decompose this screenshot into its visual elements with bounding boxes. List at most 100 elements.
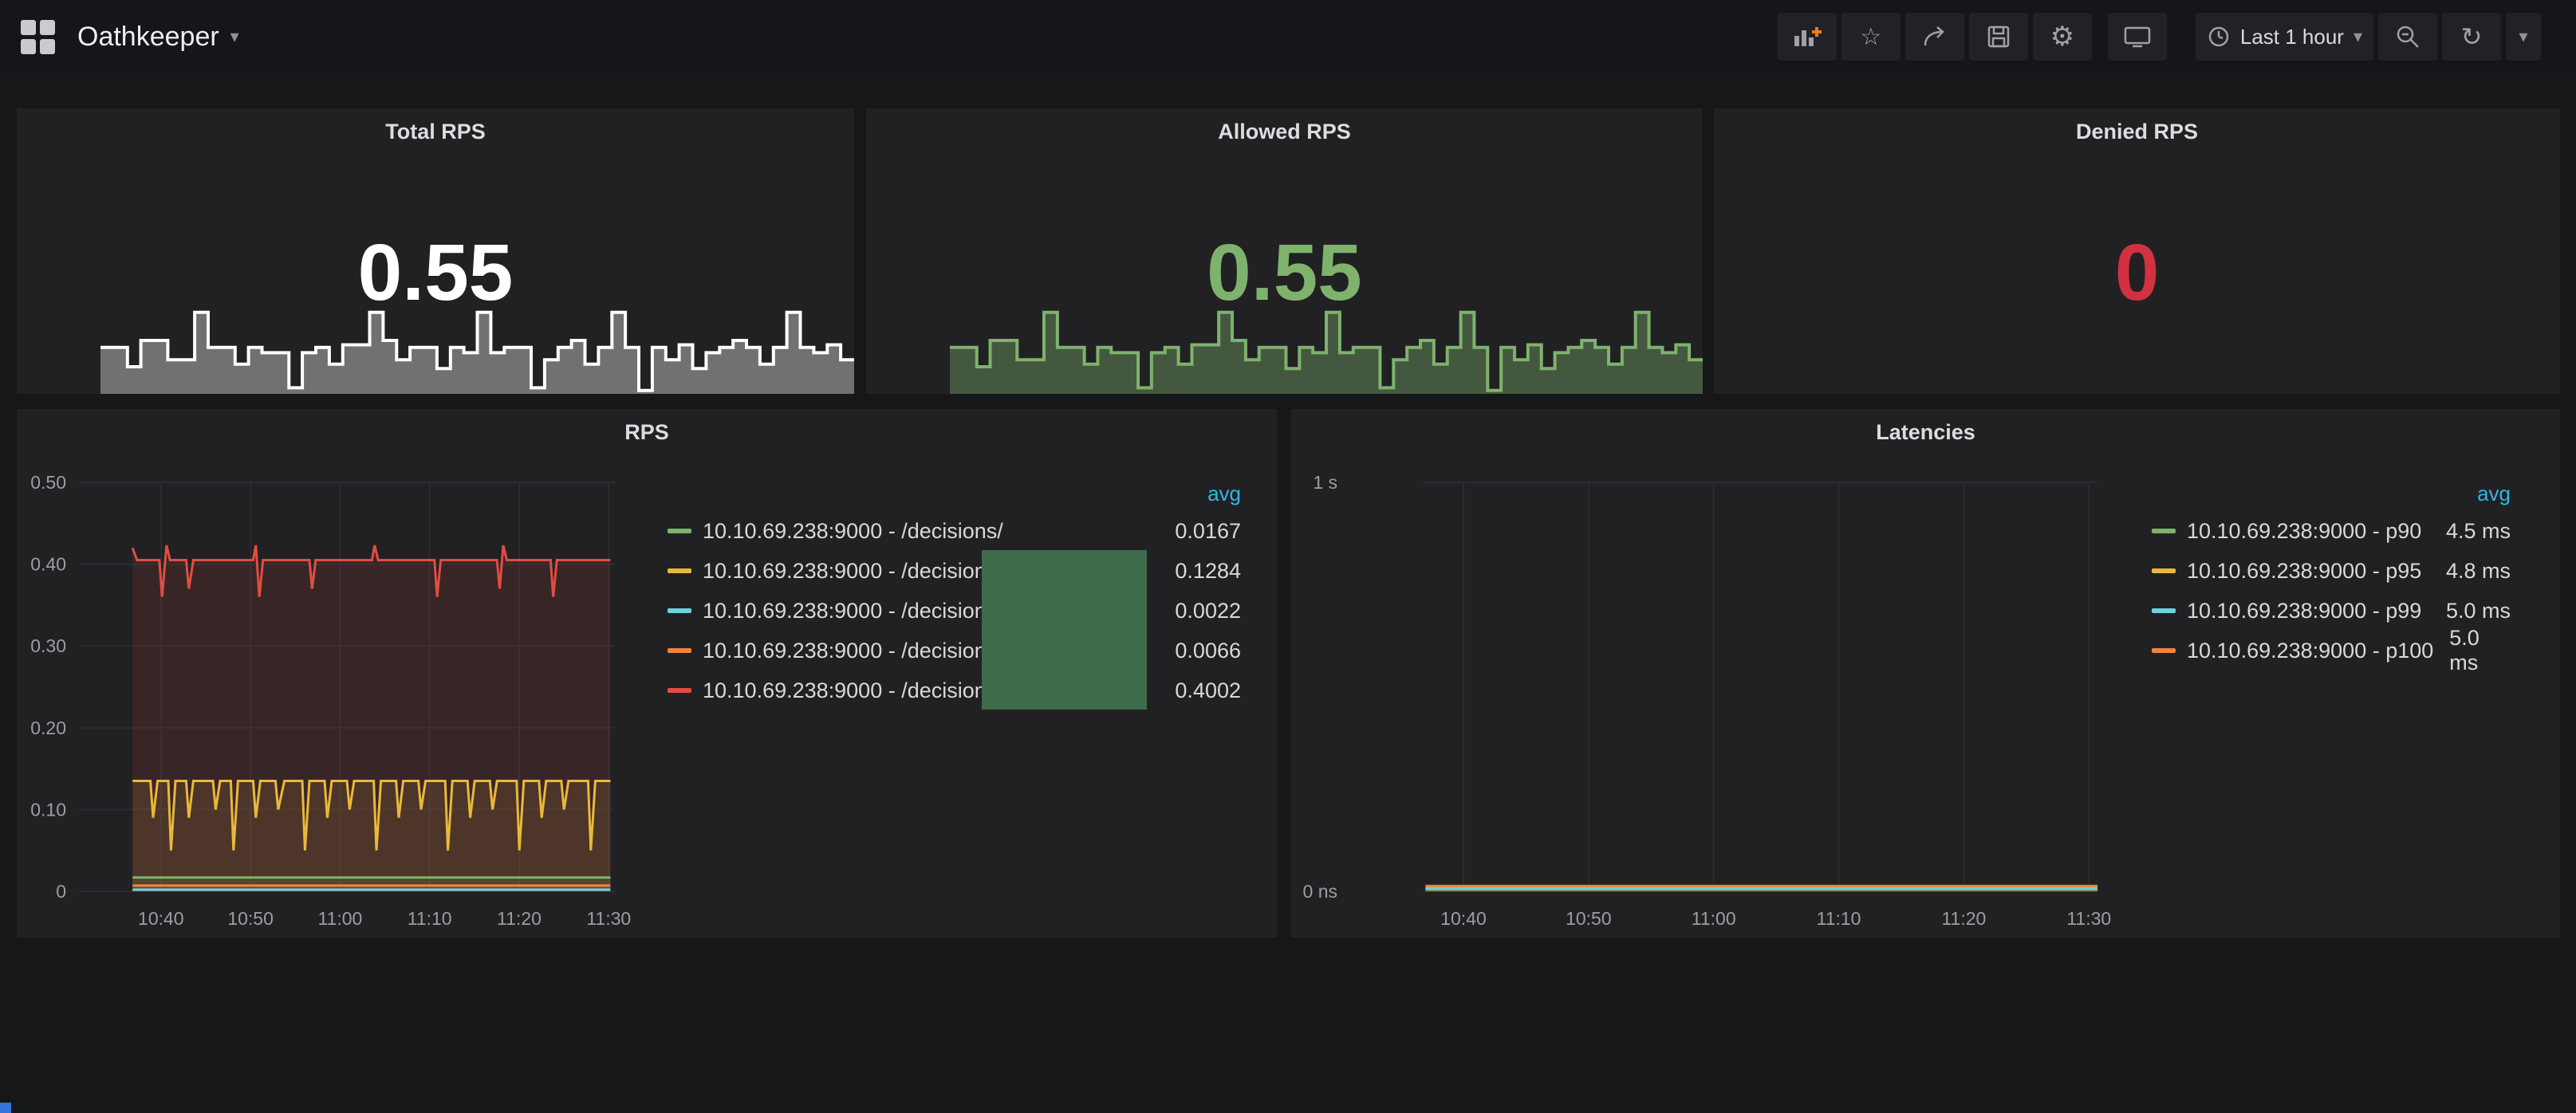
series-color-dash bbox=[668, 648, 691, 653]
dashboard-title-dropdown[interactable]: Oathkeeper ▾ bbox=[77, 22, 239, 53]
series-name[interactable]: 10.10.69.238:9000 - p100 bbox=[2187, 639, 2433, 663]
clock-icon bbox=[2207, 25, 2231, 49]
svg-text:11:10: 11:10 bbox=[1817, 908, 1861, 929]
panel-rps-graph: RPS 0.500.400.300.200.10010:4010:5011:00… bbox=[17, 409, 1277, 938]
series-color-dash bbox=[2152, 608, 2176, 613]
gear-icon: ⚙ bbox=[2050, 21, 2074, 53]
share-button[interactable] bbox=[1905, 13, 1964, 61]
series-avg-value: 4.5 ms bbox=[2430, 519, 2511, 544]
panel-latencies-graph: Latencies 1 s0 ns10:4010:5011:0011:1011:… bbox=[1291, 409, 2560, 938]
grid-square bbox=[40, 20, 55, 35]
legend-row[interactable]: 10.10.69.238:9000 - p95 4.8 ms bbox=[2152, 551, 2511, 591]
series-color-dash bbox=[2152, 648, 2176, 653]
legend-row[interactable]: 10.10.69.238:9000 - /decisions/0.0066 bbox=[668, 631, 1241, 671]
svg-text:10:40: 10:40 bbox=[1440, 908, 1487, 929]
chevron-down-icon: ▾ bbox=[2353, 27, 2362, 47]
svg-text:0.20: 0.20 bbox=[30, 718, 66, 738]
series-color-dash bbox=[2152, 568, 2176, 573]
series-name[interactable]: 10.10.69.238:9000 - p99 bbox=[2187, 599, 2421, 623]
legend-row[interactable]: 10.10.69.238:9000 - p99 5.0 ms bbox=[2152, 591, 2511, 631]
refresh-icon: ↻ bbox=[2461, 22, 2483, 52]
dashboard-title: Oathkeeper bbox=[77, 22, 219, 53]
add-panel-icon bbox=[1793, 25, 1822, 49]
series-name[interactable]: 10.10.69.238:9000 - /decisions/ bbox=[703, 599, 1003, 623]
chevron-down-icon: ▾ bbox=[230, 27, 239, 47]
panel-title[interactable]: Denied RPS bbox=[1714, 120, 2560, 144]
latencies-legend: avg10.10.69.238:9000 - p904.5 ms10.10.69… bbox=[2152, 476, 2511, 671]
monitor-icon bbox=[2123, 25, 2152, 49]
series-name[interactable]: 10.10.69.238:9000 - /decisions/ bbox=[703, 519, 1003, 544]
time-range-label: Last 1 hour bbox=[2240, 25, 2344, 49]
stat-value: 0 bbox=[1714, 233, 2560, 313]
series-color-dash bbox=[2152, 529, 2176, 533]
series-avg-value: 0.0022 bbox=[1159, 599, 1241, 623]
time-controls-group: Last 1 hour ▾ ↻ ▾ bbox=[2196, 13, 2541, 61]
bottom-left-accent bbox=[0, 1103, 11, 1113]
svg-text:10:50: 10:50 bbox=[1566, 908, 1612, 929]
series-color-dash bbox=[668, 608, 691, 613]
refresh-button[interactable]: ↻ bbox=[2442, 13, 2501, 61]
series-name[interactable]: 10.10.69.238:9000 - /decisions/ bbox=[703, 678, 1003, 703]
series-avg-value: 0.4002 bbox=[1159, 678, 1241, 703]
series-avg-value: 4.8 ms bbox=[2430, 559, 2511, 584]
save-button[interactable] bbox=[1969, 13, 2028, 61]
series-name[interactable]: 10.10.69.238:9000 - /decisions/ bbox=[703, 639, 1003, 663]
zoom-out-button[interactable] bbox=[2378, 13, 2437, 61]
stat-value: 0.55 bbox=[17, 233, 854, 313]
rps-legend: avg10.10.69.238:9000 - /decisions/0.0167… bbox=[668, 476, 1241, 710]
svg-text:11:00: 11:00 bbox=[317, 908, 362, 929]
svg-text:0.40: 0.40 bbox=[30, 554, 66, 575]
panel-total-rps: Total RPS 0.55 bbox=[17, 108, 854, 394]
legend-row[interactable]: 10.10.69.238:9000 - /decisions/0.0022 bbox=[668, 591, 1241, 631]
legend-row[interactable]: 10.10.69.238:9000 - p1005.0 ms bbox=[2152, 631, 2511, 671]
grafana-dashboard: Oathkeeper ▾ ☆ bbox=[0, 0, 2576, 1113]
chevron-down-icon: ▾ bbox=[2519, 27, 2527, 47]
legend-avg-header[interactable]: avg bbox=[2477, 476, 2511, 511]
panel-allowed-rps: Allowed RPS 0.55 bbox=[866, 108, 1703, 394]
svg-text:11:30: 11:30 bbox=[586, 908, 631, 929]
star-icon: ☆ bbox=[1860, 23, 1881, 51]
series-name[interactable]: 10.10.69.238:9000 - p90 bbox=[2187, 519, 2421, 544]
svg-text:11:20: 11:20 bbox=[497, 908, 542, 929]
panel-denied-rps: Denied RPS 0 bbox=[1714, 108, 2560, 394]
panel-actions-group: ☆ ⚙ bbox=[1778, 13, 2092, 61]
panel-title[interactable]: Latencies bbox=[1291, 420, 2560, 445]
grid-square bbox=[21, 20, 36, 35]
star-button[interactable]: ☆ bbox=[1841, 13, 1900, 61]
series-color-dash bbox=[668, 529, 691, 533]
series-avg-value: 5.0 ms bbox=[2430, 599, 2511, 623]
series-name[interactable]: 10.10.69.238:9000 - p95 bbox=[2187, 559, 2421, 584]
svg-text:0 ns: 0 ns bbox=[1303, 881, 1337, 902]
legend-row[interactable]: 10.10.69.238:9000 - /decisions/0.1284 bbox=[668, 551, 1241, 591]
time-range-button[interactable]: Last 1 hour ▾ bbox=[2196, 13, 2373, 61]
grid-square bbox=[21, 39, 36, 54]
zoom-out-icon bbox=[2395, 24, 2420, 49]
settings-button[interactable]: ⚙ bbox=[2033, 13, 2092, 61]
legend-row[interactable]: 10.10.69.238:9000 - p90 4.5 ms bbox=[2152, 511, 2511, 551]
add-panel-button[interactable] bbox=[1778, 13, 1837, 61]
svg-text:10:40: 10:40 bbox=[138, 908, 184, 929]
series-color-dash bbox=[668, 568, 691, 573]
stat-value: 0.55 bbox=[866, 233, 1703, 313]
svg-text:11:10: 11:10 bbox=[408, 908, 452, 929]
legend-avg-header[interactable]: avg bbox=[1207, 476, 1241, 511]
series-name[interactable]: 10.10.69.238:9000 - /decisions/ bbox=[703, 559, 1003, 584]
share-icon bbox=[1922, 25, 1948, 49]
save-icon bbox=[1987, 25, 2011, 49]
panel-title[interactable]: Allowed RPS bbox=[866, 120, 1703, 144]
cycle-view-button[interactable] bbox=[2108, 13, 2167, 61]
svg-text:11:00: 11:00 bbox=[1692, 908, 1736, 929]
svg-text:0.50: 0.50 bbox=[30, 472, 66, 493]
legend-row[interactable]: 10.10.69.238:9000 - /decisions/0.0167 bbox=[668, 511, 1241, 551]
navbar-actions: ☆ ⚙ bbox=[1778, 13, 2541, 61]
navbar: Oathkeeper ▾ ☆ bbox=[0, 0, 2576, 73]
refresh-interval-dropdown[interactable]: ▾ bbox=[2506, 13, 2541, 61]
panel-title[interactable]: RPS bbox=[17, 420, 1277, 445]
panel-title[interactable]: Total RPS bbox=[17, 120, 854, 144]
green-highlight-overlay bbox=[982, 550, 1147, 710]
dashboards-grid-icon[interactable] bbox=[21, 20, 55, 54]
series-color-dash bbox=[668, 688, 691, 693]
legend-row[interactable]: 10.10.69.238:9000 - /decisions/0.4002 bbox=[668, 671, 1241, 710]
series-avg-value: 0.0066 bbox=[1159, 639, 1241, 663]
grid-square bbox=[40, 39, 55, 54]
